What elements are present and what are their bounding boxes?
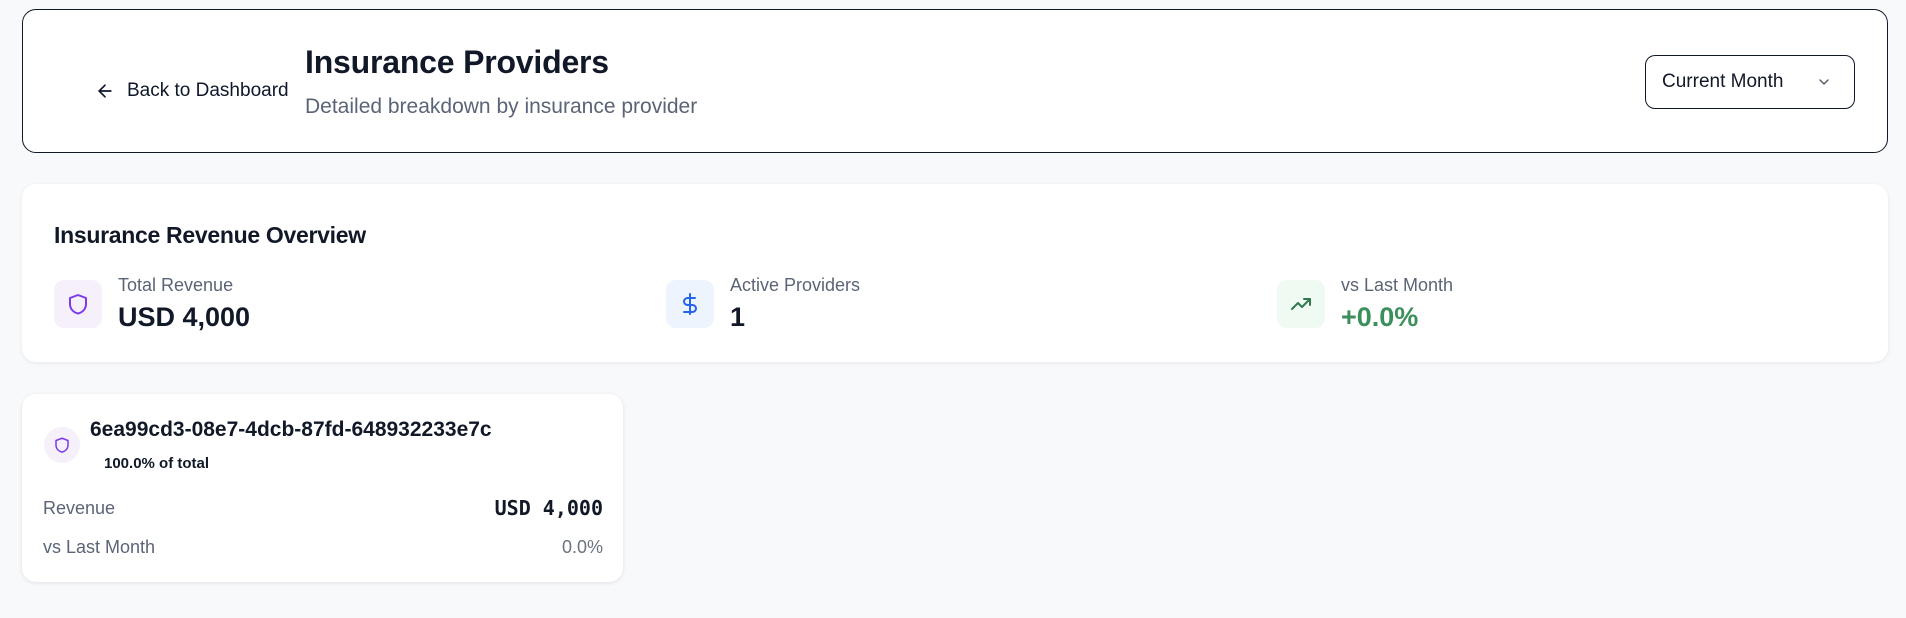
provider-share-badge: 100.0% of total (104, 455, 210, 472)
stat-vs-last-month: vs Last Month +0.0% (1277, 275, 1453, 333)
back-to-dashboard-button[interactable]: Back to Dashboard (71, 65, 313, 117)
stat-total-revenue: Total Revenue USD 4,000 (54, 275, 250, 333)
page-subtitle: Detailed breakdown by insurance provider (305, 95, 698, 118)
stat-value: +0.0% (1341, 302, 1419, 332)
stat-label: vs Last Month (1341, 275, 1454, 295)
revenue-label: Revenue (43, 498, 116, 518)
change-value: 0.0% (561, 537, 603, 557)
stat-active-providers: Active Providers 1 (666, 275, 860, 333)
trending-up-icon (1277, 280, 1325, 328)
page-title: Insurance Providers (305, 44, 609, 80)
chevron-down-icon (1819, 79, 1829, 85)
shield-icon (54, 280, 102, 328)
revenue-value: USD 4,000 (494, 496, 603, 520)
stat-value: 1 (730, 302, 746, 332)
stat-label: Total Revenue (118, 275, 234, 295)
arrow-left-icon (98, 84, 112, 98)
dollar-icon (666, 280, 714, 328)
back-to-dashboard-label: Back to Dashboard (127, 80, 289, 101)
title-block: Insurance Providers Detailed breakdown b… (305, 44, 697, 119)
overview-title: Insurance Revenue Overview (54, 222, 366, 248)
provider-card[interactable]: 6ea99cd3-08e7-4dcb-87fd-648932233e7c 100… (22, 394, 623, 582)
period-select[interactable]: Current Month (1645, 55, 1855, 109)
shield-icon (44, 427, 80, 463)
provider-name: 6ea99cd3-08e7-4dcb-87fd-648932233e7c (90, 418, 492, 441)
change-label: vs Last Month (43, 537, 156, 557)
period-select-value: Current Month (1662, 71, 1784, 92)
stat-value: USD 4,000 (118, 302, 251, 332)
page-header: Back to Dashboard Insurance Providers De… (22, 9, 1888, 153)
revenue-overview-card: Insurance Revenue Overview Total Revenue… (22, 184, 1888, 362)
stat-label: Active Providers (730, 275, 861, 295)
